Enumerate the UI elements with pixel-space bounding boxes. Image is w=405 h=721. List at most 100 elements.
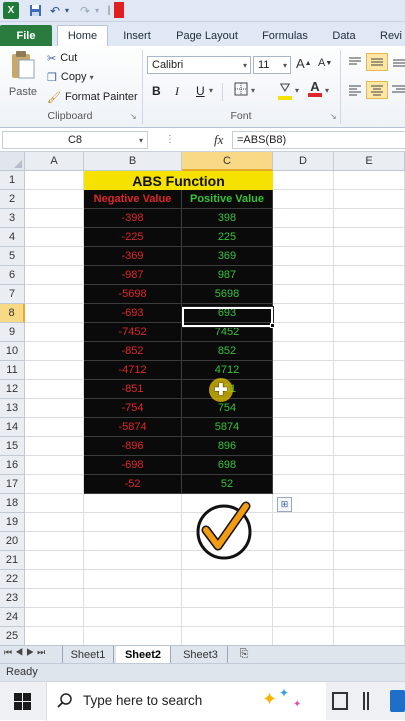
tab-file[interactable]: File xyxy=(0,25,52,46)
format-painter-button[interactable]: 🖌 Format Painter xyxy=(47,89,138,105)
customize-icon[interactable] xyxy=(114,2,124,18)
negative-value-cell[interactable]: -693 xyxy=(84,304,182,323)
column-header-c[interactable]: C xyxy=(182,152,273,171)
dialog-launcher-icon[interactable]: ↘ xyxy=(330,112,337,121)
align-middle-button[interactable] xyxy=(366,53,388,71)
row-header-9[interactable]: 9 xyxy=(0,323,25,342)
formula-input[interactable]: =ABS(B8) xyxy=(232,131,405,149)
redo-dropdown-icon[interactable]: ▾ xyxy=(93,2,101,19)
row-header-6[interactable]: 6 xyxy=(0,266,25,285)
row-header-3[interactable]: 3 xyxy=(0,209,25,228)
cut-button[interactable]: ✂ Cut xyxy=(47,50,77,66)
negative-value-cell[interactable]: -5874 xyxy=(84,418,182,437)
save-icon[interactable] xyxy=(27,2,43,19)
negative-value-cell[interactable]: -7452 xyxy=(84,323,182,342)
font-color-button[interactable]: A xyxy=(308,80,322,97)
tab-review[interactable]: Revi xyxy=(372,25,405,46)
positive-value-cell[interactable]: 225 xyxy=(182,228,273,247)
fill-color-button[interactable]: ⛛ xyxy=(278,80,292,100)
undo-dropdown-icon[interactable]: ▾ xyxy=(63,2,71,19)
positive-value-cell[interactable]: 896 xyxy=(182,437,273,456)
positive-value-cell[interactable]: 5698 xyxy=(182,285,273,304)
negative-value-cell[interactable]: -52 xyxy=(84,475,182,494)
sheet-tab-sheet1[interactable]: Sheet1 xyxy=(62,646,114,663)
positive-value-cell[interactable]: 52 xyxy=(182,475,273,494)
negative-value-cell[interactable]: -896 xyxy=(84,437,182,456)
negative-value-cell[interactable]: -851 xyxy=(84,380,182,399)
row-header-23[interactable]: 23 xyxy=(0,589,25,608)
row-header-20[interactable]: 20 xyxy=(0,532,25,551)
row-header-12[interactable]: 12 xyxy=(0,380,25,399)
row-header-21[interactable]: 21 xyxy=(0,551,25,570)
pinned-app-icon[interactable] xyxy=(363,692,369,710)
negative-value-cell[interactable]: -4712 xyxy=(84,361,182,380)
row-header-10[interactable]: 10 xyxy=(0,342,25,361)
column-header-a[interactable]: A xyxy=(25,152,84,171)
row-header-1[interactable]: 1 xyxy=(0,171,25,190)
positive-value-cell[interactable]: 852 xyxy=(182,342,273,361)
header-negative-cell[interactable]: Negative Value xyxy=(84,190,182,209)
row-header-18[interactable]: 18 xyxy=(0,494,25,513)
select-all-corner[interactable] xyxy=(0,152,25,171)
sheet-tab-sheet3[interactable]: Sheet3 xyxy=(174,646,228,663)
negative-value-cell[interactable]: -754 xyxy=(84,399,182,418)
row-header-17[interactable]: 17 xyxy=(0,475,25,494)
positive-value-cell[interactable]: 4712 xyxy=(182,361,273,380)
grow-font-icon[interactable]: A ▲ xyxy=(296,56,312,71)
positive-value-cell[interactable]: 987 xyxy=(182,266,273,285)
row-header-15[interactable]: 15 xyxy=(0,437,25,456)
row-header-11[interactable]: 11 xyxy=(0,361,25,380)
negative-value-cell[interactable]: -398 xyxy=(84,209,182,228)
windows-start-icon[interactable] xyxy=(14,693,31,710)
positive-value-cell[interactable]: 5874 xyxy=(182,418,273,437)
shrink-font-icon[interactable]: A ▼ xyxy=(318,57,332,69)
row-header-4[interactable]: 4 xyxy=(0,228,25,247)
task-view-icon[interactable] xyxy=(332,692,348,710)
align-top-button[interactable] xyxy=(348,56,362,68)
fill-handle[interactable] xyxy=(270,323,275,328)
formula-bar-options-icon[interactable]: ⋮ xyxy=(165,134,175,145)
row-header-13[interactable]: 13 xyxy=(0,399,25,418)
tab-home[interactable]: Home xyxy=(57,25,108,46)
header-positive-cell[interactable]: Positive Value xyxy=(182,190,273,209)
align-bottom-button[interactable] xyxy=(392,56,405,68)
chevron-down-icon[interactable]: ▾ xyxy=(295,86,299,95)
sheet-nav-arrows-icon[interactable]: ⏮◀▶⏭ xyxy=(4,647,48,658)
paste-button[interactable]: Paste xyxy=(6,50,40,100)
negative-value-cell[interactable]: -225 xyxy=(84,228,182,247)
italic-button[interactable]: I xyxy=(175,84,179,99)
row-header-16[interactable]: 16 xyxy=(0,456,25,475)
positive-value-cell[interactable]: 369 xyxy=(182,247,273,266)
undo-icon[interactable]: ↶ xyxy=(48,2,62,19)
column-header-d[interactable]: D xyxy=(273,152,334,171)
font-name-select[interactable]: Calibri ▾ xyxy=(147,56,251,74)
row-header-19[interactable]: 19 xyxy=(0,513,25,532)
align-right-button[interactable] xyxy=(392,84,405,96)
auto-fill-options-icon[interactable]: ⊞ xyxy=(277,497,292,512)
align-center-button[interactable] xyxy=(366,81,388,99)
tab-data[interactable]: Data xyxy=(322,25,366,46)
taskbar-search-box[interactable]: Type here to search ✦ ✦ ✦ xyxy=(46,682,326,721)
negative-value-cell[interactable]: -698 xyxy=(84,456,182,475)
insert-sheet-icon[interactable]: ⎘ xyxy=(232,646,256,663)
negative-value-cell[interactable]: -369 xyxy=(84,247,182,266)
underline-button[interactable]: U xyxy=(196,84,205,98)
column-header-b[interactable]: B xyxy=(84,152,182,171)
align-left-button[interactable] xyxy=(348,84,362,96)
positive-value-cell[interactable]: 754 xyxy=(182,399,273,418)
row-header-14[interactable]: 14 xyxy=(0,418,25,437)
copy-button[interactable]: ❐ Copy ▾ xyxy=(47,69,94,85)
insert-function-icon[interactable]: fx xyxy=(214,132,223,148)
redo-icon[interactable]: ↷ xyxy=(78,2,92,19)
name-box[interactable]: C8 ▾ xyxy=(2,131,148,149)
sheet-tab-sheet2[interactable]: Sheet2 xyxy=(116,646,171,663)
row-header-22[interactable]: 22 xyxy=(0,570,25,589)
title-cell[interactable]: ABS Function xyxy=(84,171,273,190)
font-size-select[interactable]: 11 ▾ xyxy=(253,56,291,74)
row-header-7[interactable]: 7 xyxy=(0,285,25,304)
negative-value-cell[interactable]: -987 xyxy=(84,266,182,285)
row-header-8[interactable]: 8 xyxy=(0,304,25,323)
borders-button[interactable] xyxy=(234,82,248,96)
negative-value-cell[interactable]: -852 xyxy=(84,342,182,361)
dialog-launcher-icon[interactable]: ↘ xyxy=(130,112,137,121)
